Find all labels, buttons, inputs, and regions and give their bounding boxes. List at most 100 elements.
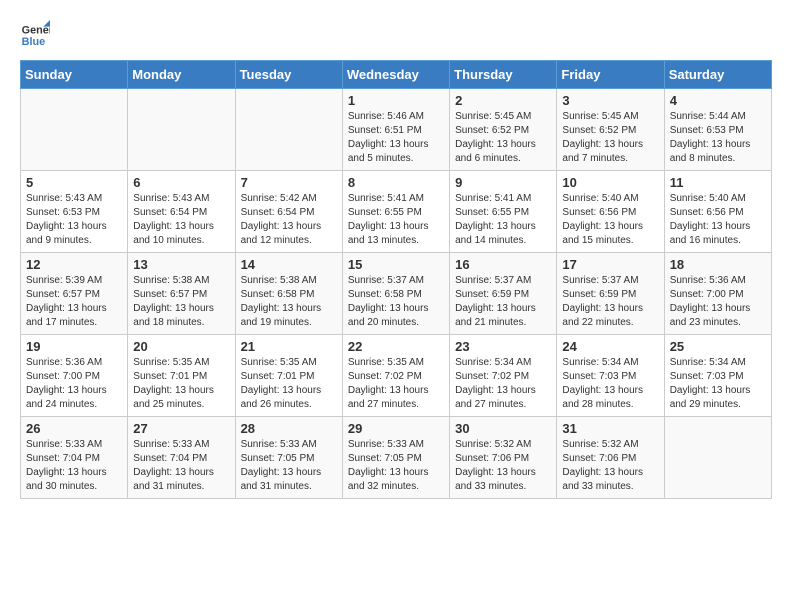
calendar-cell: 22Sunrise: 5:35 AM Sunset: 7:02 PM Dayli… [342, 335, 449, 417]
day-info: Sunrise: 5:34 AM Sunset: 7:03 PM Dayligh… [670, 356, 766, 412]
day-info: Sunrise: 5:32 AM Sunset: 7:06 PM Dayligh… [562, 438, 658, 494]
calendar-cell: 6 Sunrise: 5:43 AM Sunset: 6:54 PM Daylig… [128, 171, 235, 253]
calendar-cell: 24Sunrise: 5:34 AM Sunset: 7:03 PM Dayli… [557, 335, 664, 417]
day-number: 5 [26, 175, 122, 190]
calendar-cell [128, 89, 235, 171]
day-info: Sunrise: 5:43 AM Sunset: 6:53 PM Dayligh… [26, 192, 122, 248]
day-number: 4 [670, 93, 766, 108]
day-header-row: SundayMondayTuesdayWednesdayThursdayFrid… [21, 61, 772, 89]
calendar-cell: 31 Sunrise: 5:32 AM Sunset: 7:06 PM Dayli… [557, 417, 664, 499]
logo: General Blue [20, 20, 54, 50]
page-header: General Blue [20, 20, 772, 50]
calendar-cell: 10 Sunrise: 5:40 AM Sunset: 6:56 PM Dayli… [557, 171, 664, 253]
day-info: Sunrise: 5:45 AM Sunset: 6:52 PM Dayligh… [562, 110, 658, 166]
day-info: Sunrise: 5:34 AM Sunset: 7:02 PM Dayligh… [455, 356, 551, 412]
day-info: Sunrise: 5:40 AM Sunset: 6:56 PM Dayligh… [670, 192, 766, 248]
day-info: Sunrise: 5:38 AM Sunset: 6:58 PM Dayligh… [241, 274, 337, 330]
day-header-thursday: Thursday [450, 61, 557, 89]
calendar-cell [235, 89, 342, 171]
calendar-cell: 18Sunrise: 5:36 AM Sunset: 7:00 PM Dayli… [664, 253, 771, 335]
day-number: 27 [133, 421, 229, 436]
day-number: 30 [455, 421, 551, 436]
day-info: Sunrise: 5:36 AM Sunset: 7:00 PM Dayligh… [670, 274, 766, 330]
week-row-5: 26 Sunrise: 5:33 AM Sunset: 7:04 PM Dayli… [21, 417, 772, 499]
calendar-cell: 28 Sunrise: 5:33 AM Sunset: 7:05 PM Dayli… [235, 417, 342, 499]
calendar-cell: 16 Sunrise: 5:37 AM Sunset: 6:59 PM Dayli… [450, 253, 557, 335]
day-info: Sunrise: 5:41 AM Sunset: 6:55 PM Dayligh… [455, 192, 551, 248]
day-info: Sunrise: 5:44 AM Sunset: 6:53 PM Dayligh… [670, 110, 766, 166]
calendar-cell: 20 Sunrise: 5:35 AM Sunset: 7:01 PM Dayli… [128, 335, 235, 417]
day-info: Sunrise: 5:43 AM Sunset: 6:54 PM Dayligh… [133, 192, 229, 248]
calendar-cell: 27 Sunrise: 5:33 AM Sunset: 7:04 PM Dayli… [128, 417, 235, 499]
day-header-friday: Friday [557, 61, 664, 89]
day-info: Sunrise: 5:42 AM Sunset: 6:54 PM Dayligh… [241, 192, 337, 248]
day-number: 1 [348, 93, 444, 108]
calendar-cell: 30 Sunrise: 5:32 AM Sunset: 7:06 PM Dayli… [450, 417, 557, 499]
calendar-cell: 21Sunrise: 5:35 AM Sunset: 7:01 PM Dayli… [235, 335, 342, 417]
week-row-1: 1 Sunrise: 5:46 AM Sunset: 6:51 PM Daylig… [21, 89, 772, 171]
day-info: Sunrise: 5:32 AM Sunset: 7:06 PM Dayligh… [455, 438, 551, 494]
day-number: 11 [670, 175, 766, 190]
day-info: Sunrise: 5:37 AM Sunset: 6:58 PM Dayligh… [348, 274, 444, 330]
calendar-cell [21, 89, 128, 171]
calendar-table: SundayMondayTuesdayWednesdayThursdayFrid… [20, 60, 772, 499]
calendar-cell: 19Sunrise: 5:36 AM Sunset: 7:00 PM Dayli… [21, 335, 128, 417]
day-number: 31 [562, 421, 658, 436]
calendar-cell: 14 Sunrise: 5:38 AM Sunset: 6:58 PM Dayli… [235, 253, 342, 335]
day-number: 17 [562, 257, 658, 272]
day-number: 2 [455, 93, 551, 108]
day-info: Sunrise: 5:33 AM Sunset: 7:05 PM Dayligh… [241, 438, 337, 494]
day-number: 20 [133, 339, 229, 354]
day-header-tuesday: Tuesday [235, 61, 342, 89]
calendar-header: SundayMondayTuesdayWednesdayThursdayFrid… [21, 61, 772, 89]
day-number: 28 [241, 421, 337, 436]
day-info: Sunrise: 5:45 AM Sunset: 6:52 PM Dayligh… [455, 110, 551, 166]
svg-text:Blue: Blue [22, 36, 45, 48]
day-info: Sunrise: 5:35 AM Sunset: 7:01 PM Dayligh… [241, 356, 337, 412]
calendar-cell: 29 Sunrise: 5:33 AM Sunset: 7:05 PM Dayli… [342, 417, 449, 499]
day-info: Sunrise: 5:46 AM Sunset: 6:51 PM Dayligh… [348, 110, 444, 166]
day-info: Sunrise: 5:33 AM Sunset: 7:04 PM Dayligh… [26, 438, 122, 494]
day-info: Sunrise: 5:38 AM Sunset: 6:57 PM Dayligh… [133, 274, 229, 330]
day-number: 15 [348, 257, 444, 272]
calendar-cell: 7 Sunrise: 5:42 AM Sunset: 6:54 PM Daylig… [235, 171, 342, 253]
day-info: Sunrise: 5:40 AM Sunset: 6:56 PM Dayligh… [562, 192, 658, 248]
day-number: 7 [241, 175, 337, 190]
day-number: 29 [348, 421, 444, 436]
day-number: 8 [348, 175, 444, 190]
calendar-cell: 1 Sunrise: 5:46 AM Sunset: 6:51 PM Daylig… [342, 89, 449, 171]
day-header-sunday: Sunday [21, 61, 128, 89]
calendar-cell: 5 Sunrise: 5:43 AM Sunset: 6:53 PM Daylig… [21, 171, 128, 253]
calendar-cell: 3Sunrise: 5:45 AM Sunset: 6:52 PM Daylig… [557, 89, 664, 171]
week-row-2: 5 Sunrise: 5:43 AM Sunset: 6:53 PM Daylig… [21, 171, 772, 253]
calendar-cell: 4 Sunrise: 5:44 AM Sunset: 6:53 PM Daylig… [664, 89, 771, 171]
calendar-cell: 8 Sunrise: 5:41 AM Sunset: 6:55 PM Daylig… [342, 171, 449, 253]
day-number: 26 [26, 421, 122, 436]
day-info: Sunrise: 5:35 AM Sunset: 7:01 PM Dayligh… [133, 356, 229, 412]
day-number: 22 [348, 339, 444, 354]
day-number: 12 [26, 257, 122, 272]
day-number: 13 [133, 257, 229, 272]
day-header-saturday: Saturday [664, 61, 771, 89]
calendar-cell: 11 Sunrise: 5:40 AM Sunset: 6:56 PM Dayli… [664, 171, 771, 253]
calendar-cell: 25 Sunrise: 5:34 AM Sunset: 7:03 PM Dayli… [664, 335, 771, 417]
day-header-wednesday: Wednesday [342, 61, 449, 89]
calendar-cell: 26 Sunrise: 5:33 AM Sunset: 7:04 PM Dayli… [21, 417, 128, 499]
day-info: Sunrise: 5:33 AM Sunset: 7:05 PM Dayligh… [348, 438, 444, 494]
day-info: Sunrise: 5:39 AM Sunset: 6:57 PM Dayligh… [26, 274, 122, 330]
day-number: 24 [562, 339, 658, 354]
calendar-cell: 15 Sunrise: 5:37 AM Sunset: 6:58 PM Dayli… [342, 253, 449, 335]
day-info: Sunrise: 5:41 AM Sunset: 6:55 PM Dayligh… [348, 192, 444, 248]
week-row-4: 19Sunrise: 5:36 AM Sunset: 7:00 PM Dayli… [21, 335, 772, 417]
day-info: Sunrise: 5:33 AM Sunset: 7:04 PM Dayligh… [133, 438, 229, 494]
logo-icon: General Blue [20, 20, 50, 50]
day-number: 14 [241, 257, 337, 272]
day-number: 25 [670, 339, 766, 354]
calendar-cell: 2 Sunrise: 5:45 AM Sunset: 6:52 PM Daylig… [450, 89, 557, 171]
day-info: Sunrise: 5:37 AM Sunset: 6:59 PM Dayligh… [455, 274, 551, 330]
day-number: 10 [562, 175, 658, 190]
day-header-monday: Monday [128, 61, 235, 89]
day-number: 16 [455, 257, 551, 272]
calendar-cell: 12 Sunrise: 5:39 AM Sunset: 6:57 PM Dayli… [21, 253, 128, 335]
day-number: 6 [133, 175, 229, 190]
